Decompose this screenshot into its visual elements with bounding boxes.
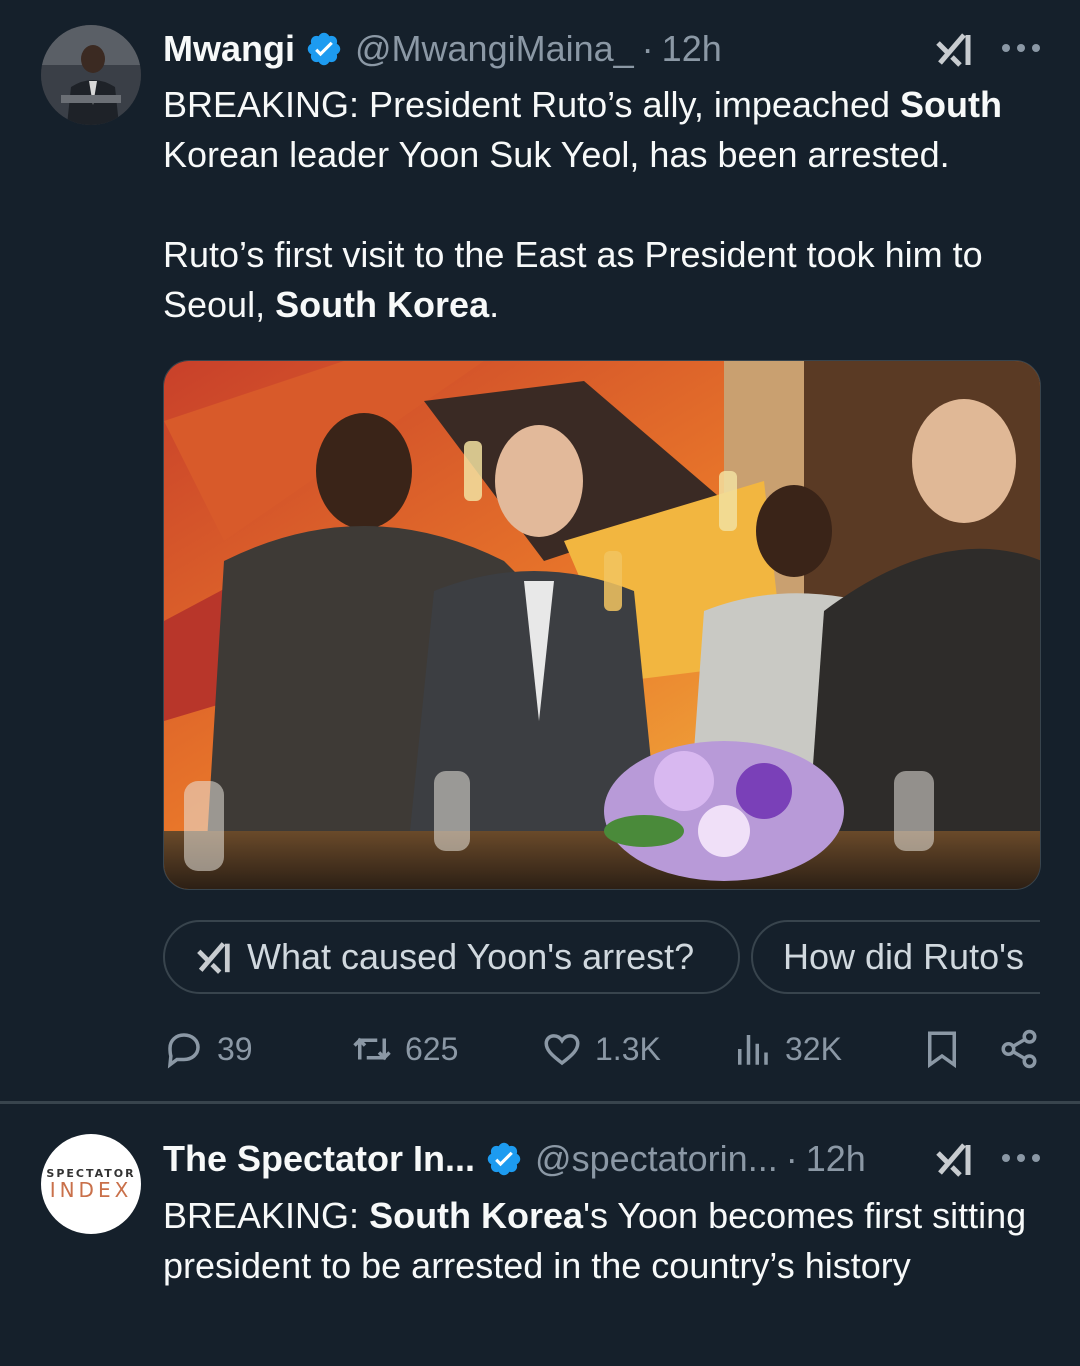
tweet-paragraph-2: Ruto’s first visit to the East as Presid…: [163, 234, 983, 325]
grok-suggestion-label: What caused Yoon's arrest?: [247, 936, 695, 977]
avatar[interactable]: [41, 25, 141, 125]
repost-button[interactable]: 625: [351, 1026, 458, 1072]
tweet-header: Mwangi @MwangiMaina_ · 12h: [163, 24, 1040, 74]
share-button[interactable]: [998, 1026, 1040, 1072]
like-icon: [544, 1034, 580, 1066]
views-button[interactable]: 32K: [731, 1026, 842, 1072]
like-count: 1.3K: [595, 1030, 661, 1067]
grok-icon[interactable]: [934, 29, 974, 69]
grok-suggestion-label: How did Ruto's: [783, 936, 1024, 977]
views-icon: [738, 1035, 768, 1065]
reply-count: 39: [217, 1030, 253, 1067]
grok-suggestions: What caused Yoon's arrest? How did Ruto'…: [163, 920, 1040, 994]
like-button[interactable]: 1.3K: [541, 1026, 661, 1072]
more-icon[interactable]: [1002, 1154, 1040, 1164]
grok-suggestion-chip[interactable]: What caused Yoon's arrest?: [163, 920, 740, 994]
display-name[interactable]: The Spectator In...: [163, 1138, 475, 1180]
timestamp[interactable]: 12h: [806, 1138, 866, 1180]
separator: ·: [641, 28, 654, 69]
tweet-paragraph-1: BREAKING: President Ruto’s ally, impeach…: [163, 84, 1002, 175]
handle[interactable]: @MwangiMaina_: [355, 28, 634, 70]
tweet-mwangi[interactable]: Mwangi @MwangiMaina_ · 12h BREAKING: Pre…: [0, 0, 1080, 1102]
avatar-logo-bottom: INDEX: [49, 1177, 133, 1202]
grok-icon[interactable]: [934, 1139, 974, 1179]
tweet-actions: 39 625 1.3K 32K: [163, 1026, 1043, 1072]
reply-icon: [167, 1033, 200, 1069]
views-count: 32K: [785, 1030, 842, 1067]
verified-badge-icon: [487, 1142, 521, 1176]
handle[interactable]: @spectatorin...: [535, 1138, 778, 1180]
reply-button[interactable]: 39: [163, 1026, 253, 1072]
more-icon[interactable]: [1002, 44, 1040, 54]
separator: ·: [785, 1138, 798, 1179]
bookmark-button[interactable]: [921, 1026, 963, 1072]
tweet-text: BREAKING: President Ruto’s ally, impeach…: [163, 80, 1040, 330]
display-name[interactable]: Mwangi: [163, 28, 295, 70]
tweet-spectator-index[interactable]: SPECTATOR INDEX The Spectator In... @spe…: [0, 1104, 1080, 1366]
tweet-text: BREAKING: South Korea's Yoon becomes fir…: [163, 1191, 1040, 1291]
repost-count: 625: [405, 1030, 459, 1067]
avatar[interactable]: SPECTATOR INDEX: [41, 1134, 141, 1234]
tweet-photo[interactable]: [163, 360, 1041, 890]
verified-badge-icon: [307, 32, 341, 66]
tweet-paragraph-1: BREAKING: South Korea's Yoon becomes fir…: [163, 1195, 1027, 1286]
share-icon: [1001, 1029, 1037, 1069]
bookmark-icon: [928, 1031, 956, 1069]
grok-suggestion-chip[interactable]: How did Ruto's: [751, 920, 1040, 994]
tweet-header: The Spectator In... @spectatorin... · 12…: [163, 1134, 1040, 1184]
timestamp[interactable]: 12h: [662, 28, 722, 70]
grok-icon: [197, 942, 230, 974]
repost-icon: [353, 1037, 391, 1061]
